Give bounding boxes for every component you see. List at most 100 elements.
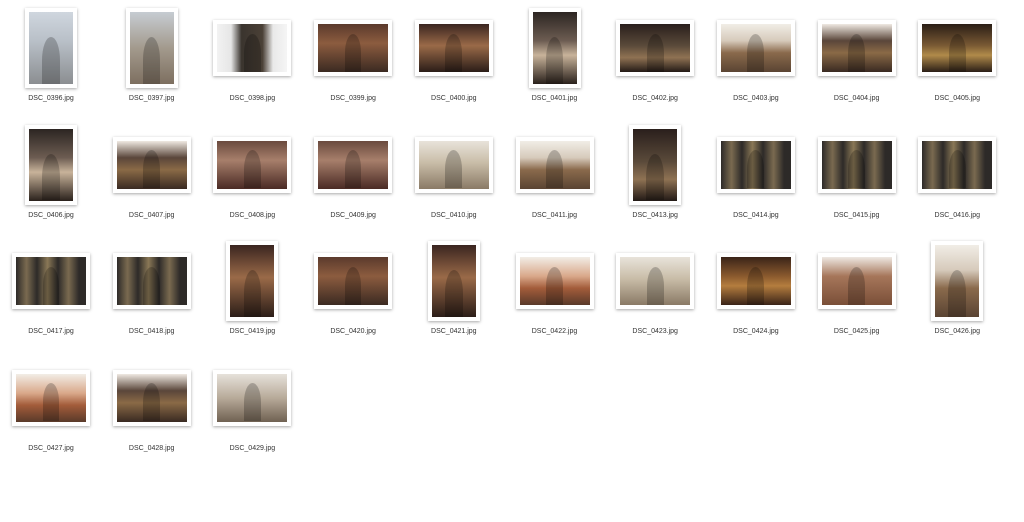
arch-shape [747,33,765,72]
image-thumbnail[interactable] [817,20,896,76]
image-thumbnail[interactable] [414,136,493,193]
file-item[interactable]: DSC_0408.jpg [202,123,302,233]
image-thumbnail[interactable] [12,253,90,309]
file-item[interactable]: DSC_0419.jpg [202,239,302,349]
thumbnail-image [935,245,980,317]
image-thumbnail[interactable] [817,136,896,193]
thumbnail-area [102,123,202,207]
image-thumbnail[interactable] [112,253,191,309]
image-thumbnail[interactable] [112,369,191,426]
image-thumbnail[interactable] [125,8,178,88]
thumbnail-image [620,24,691,72]
image-thumbnail[interactable] [314,253,393,309]
image-thumbnail[interactable] [918,20,997,76]
file-item[interactable]: DSC_0425.jpg [807,239,907,349]
file-item[interactable]: DSC_0424.jpg [706,239,806,349]
image-thumbnail[interactable] [314,136,393,193]
file-item[interactable]: DSC_0397.jpg [102,6,202,116]
file-item[interactable]: DSC_0400.jpg [404,6,504,116]
file-item[interactable]: DSC_0429.jpg [202,356,302,466]
file-item[interactable]: DSC_0396.jpg [1,6,101,116]
thumbnail-area [505,239,605,323]
file-item[interactable]: DSC_0399.jpg [303,6,403,116]
file-item[interactable]: DSC_0403.jpg [706,6,806,116]
image-thumbnail[interactable] [918,136,997,193]
arch-shape [243,33,261,72]
file-item[interactable]: DSC_0409.jpg [303,123,403,233]
image-thumbnail[interactable] [25,8,77,88]
thumbnail-image [116,257,187,305]
image-thumbnail[interactable] [616,20,695,76]
arch-shape [948,33,966,72]
file-item[interactable]: DSC_0426.jpg [907,239,1007,349]
image-thumbnail[interactable] [314,20,393,76]
file-item[interactable]: DSC_0423.jpg [605,239,705,349]
file-item[interactable]: DSC_0416.jpg [907,123,1007,233]
image-thumbnail[interactable] [213,136,292,193]
thumbnail-area [202,239,302,323]
file-name-label: DSC_0397.jpg [128,95,175,102]
image-thumbnail[interactable] [213,369,292,426]
thumbnail-area [202,356,302,440]
image-thumbnail[interactable] [112,136,191,193]
image-thumbnail[interactable] [213,20,292,76]
arch-shape [143,266,161,305]
file-item[interactable]: DSC_0404.jpg [807,6,907,116]
image-thumbnail[interactable] [515,136,594,193]
arch-shape [545,37,564,84]
file-item[interactable]: DSC_0410.jpg [404,123,504,233]
file-item[interactable]: DSC_0406.jpg [1,123,101,233]
image-thumbnail[interactable] [716,253,795,309]
file-item[interactable]: DSC_0401.jpg [505,6,605,116]
image-thumbnail[interactable] [528,8,581,88]
arch-shape [42,383,60,422]
thumbnail-image [431,245,476,317]
file-name-label: DSC_0399.jpg [330,95,376,102]
arch-shape [143,150,161,189]
file-item[interactable]: DSC_0402.jpg [605,6,705,116]
image-thumbnail[interactable] [427,241,480,321]
thumbnail-image [821,24,892,72]
image-thumbnail[interactable] [226,241,279,321]
image-thumbnail[interactable] [629,124,682,205]
thumbnail-image [418,24,489,72]
file-item[interactable]: DSC_0405.jpg [907,6,1007,116]
thumbnail-area [303,6,403,90]
thumbnail-image [116,373,187,422]
file-item[interactable]: DSC_0413.jpg [605,123,705,233]
image-thumbnail[interactable] [12,369,90,426]
file-item[interactable]: DSC_0427.jpg [1,356,101,466]
arch-shape [42,37,60,84]
file-item[interactable]: DSC_0414.jpg [706,123,806,233]
image-thumbnail[interactable] [414,20,493,76]
image-thumbnail[interactable] [716,20,795,76]
image-thumbnail[interactable] [515,253,594,309]
image-thumbnail[interactable] [616,253,695,309]
file-name-label: DSC_0423.jpg [632,328,678,335]
file-item[interactable]: DSC_0428.jpg [102,356,202,466]
thumbnail-area [505,6,605,90]
image-thumbnail[interactable] [931,241,984,321]
thumbnail-image [217,373,288,422]
file-name-label: DSC_0429.jpg [229,444,276,452]
image-thumbnail[interactable] [25,124,77,205]
file-item[interactable]: DSC_0411.jpg [505,123,605,233]
file-item[interactable]: DSC_0420.jpg [303,239,403,349]
image-thumbnail[interactable] [817,253,896,309]
image-thumbnail[interactable] [716,136,795,193]
file-item[interactable]: DSC_0422.jpg [505,239,605,349]
file-item[interactable]: DSC_0398.jpg [202,6,302,116]
thumbnail-area [102,239,202,323]
file-item[interactable]: DSC_0407.jpg [102,123,202,233]
file-item[interactable]: DSC_0421.jpg [404,239,504,349]
arch-shape [243,150,261,189]
thumbnail-image [922,140,993,189]
thumbnail-area [706,6,806,90]
thumbnail-area [404,239,504,323]
file-name-label: DSC_0404.jpg [833,95,880,102]
file-item[interactable]: DSC_0418.jpg [102,239,202,349]
file-name-label: DSC_0407.jpg [128,211,175,219]
arch-shape [747,150,765,189]
file-item[interactable]: DSC_0415.jpg [807,123,907,233]
file-item[interactable]: DSC_0417.jpg [1,239,101,349]
